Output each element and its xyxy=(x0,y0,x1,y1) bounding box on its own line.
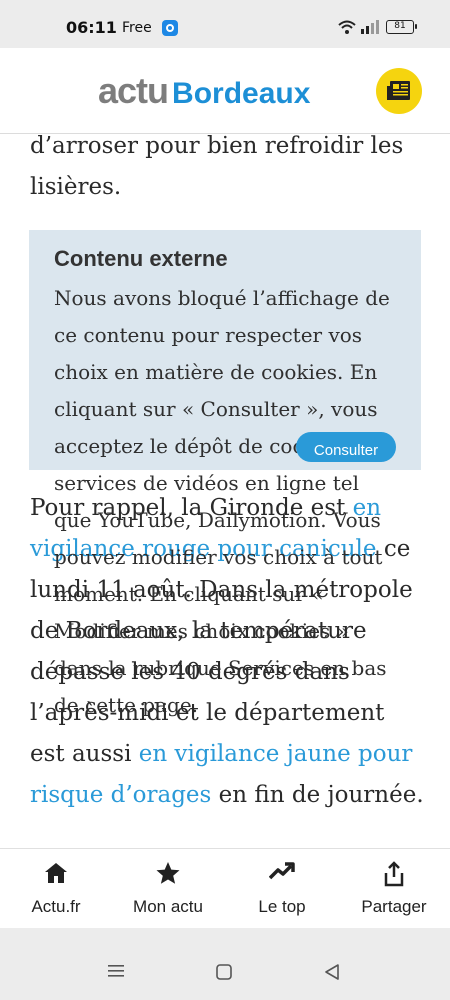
share-icon xyxy=(384,861,404,887)
nav-label: Partager xyxy=(361,897,427,916)
signal-icon xyxy=(361,20,379,34)
logo-part-city: Bordeaux xyxy=(172,77,311,110)
home-icon xyxy=(45,863,67,883)
text-run: en fin de journée. xyxy=(211,782,424,808)
newspaper-button[interactable] xyxy=(376,68,422,114)
status-bar: 06:11 Free 81 xyxy=(0,0,450,48)
external-content-title: Contenu externe xyxy=(54,246,228,271)
nav-actu[interactable]: Actu.fr xyxy=(6,849,106,929)
site-logo[interactable]: actu Bordeaux xyxy=(98,70,310,112)
wifi-icon xyxy=(338,20,356,34)
logo-part-actu: actu xyxy=(98,70,169,111)
status-time: 06:11 xyxy=(66,18,117,37)
nav-label: Le top xyxy=(258,897,306,916)
consult-button[interactable]: Consulter xyxy=(296,432,396,462)
newspaper-icon xyxy=(387,81,410,100)
trending-icon xyxy=(269,862,295,880)
site-header: actu Bordeaux xyxy=(0,48,450,134)
nav-label: Mon actu xyxy=(133,897,203,916)
back-icon[interactable] xyxy=(324,964,340,980)
article-body: d’arroser pour bien refroidir les lisièr… xyxy=(0,134,450,848)
home-square-icon[interactable] xyxy=(216,964,232,980)
nav-partager[interactable]: Partager xyxy=(344,849,444,929)
bottom-nav: Actu.fr Mon actu Le top Partager xyxy=(0,848,450,928)
article-paragraph: d’arroser pour bien refroidir les lisièr… xyxy=(30,134,404,200)
system-nav-bar xyxy=(0,928,450,1000)
battery-indicator: 81 xyxy=(386,20,417,34)
nav-le-top[interactable]: Le top xyxy=(232,849,332,929)
menu-icon[interactable] xyxy=(108,964,124,978)
nav-mon-actu[interactable]: Mon actu xyxy=(118,849,218,929)
star-icon xyxy=(156,862,180,884)
status-carrier: Free xyxy=(122,20,152,36)
carrier-app-icon xyxy=(162,20,178,36)
external-content-text: Nous avons bloqué l’affichage de ce cont… xyxy=(54,286,390,717)
nav-label: Actu.fr xyxy=(31,897,81,916)
